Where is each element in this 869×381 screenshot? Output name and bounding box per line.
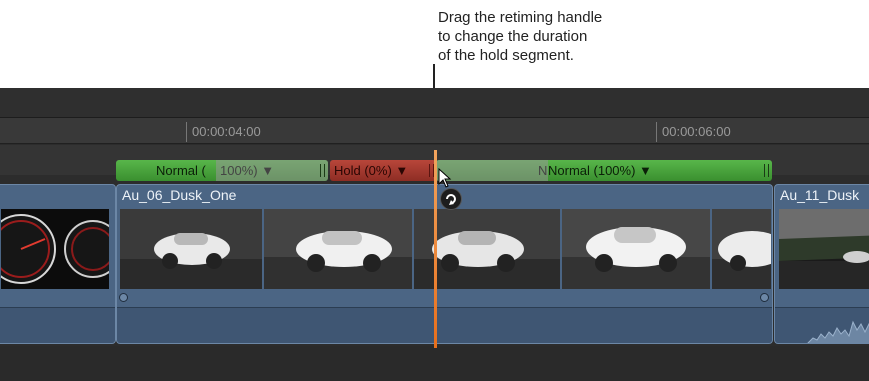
clip-title: Au_11_Dusk bbox=[780, 187, 860, 203]
retime-segment-label: Hold (0%) ▼ bbox=[334, 163, 409, 178]
car-thumbnail-image bbox=[264, 209, 412, 289]
empty-track-area bbox=[0, 346, 869, 381]
retime-faded-label: N bbox=[538, 163, 548, 178]
clip-au-11-dusk[interactable]: Au_11_Dusk bbox=[774, 184, 869, 344]
retime-faded-label: 100%) ▼ bbox=[220, 163, 275, 178]
ruler-tick bbox=[656, 122, 657, 142]
ruler-timecode-1: 00:00:04:00 bbox=[192, 124, 261, 139]
car-thumbnail-image bbox=[562, 209, 710, 289]
retime-speed-handle[interactable] bbox=[764, 164, 769, 177]
playhead[interactable] bbox=[434, 150, 437, 348]
timeline-toolbar bbox=[0, 88, 869, 118]
retime-faded-overlay: N bbox=[436, 160, 548, 181]
retime-segment-normal-2[interactable]: N Normal (100%) ▼ bbox=[436, 160, 772, 181]
clip-thumbnail bbox=[1, 209, 109, 289]
clip-thumbnail bbox=[562, 209, 710, 289]
retime-handle-icon[interactable] bbox=[440, 188, 462, 210]
clip-thumbnail bbox=[779, 209, 869, 289]
retime-segment-label: Normal (100%) ▼ bbox=[548, 163, 652, 178]
audio-waveform bbox=[807, 320, 869, 343]
timeline-ruler[interactable]: 00:00:04:00 00:00:06:00 bbox=[0, 118, 869, 144]
retime-speed-handle[interactable] bbox=[320, 164, 325, 177]
clip-audio-strip bbox=[117, 307, 772, 343]
retime-segment-normal-1[interactable]: Normal ( 100%) ▼ bbox=[116, 160, 328, 181]
car-thumbnail-image bbox=[120, 209, 262, 289]
clip-filmstrip bbox=[120, 209, 771, 289]
clip-thumbnail bbox=[712, 209, 771, 289]
callout-annotation: Drag the retiming handle to change the d… bbox=[438, 8, 678, 65]
retime-faded-overlay: 100%) ▼ bbox=[216, 160, 328, 181]
clip-start-marker[interactable] bbox=[119, 293, 128, 302]
retime-segment-hold[interactable]: Hold (0%) ▼ bbox=[330, 160, 436, 181]
ruler-tick bbox=[186, 122, 187, 142]
clip-audio-strip bbox=[775, 307, 869, 343]
clip-thumbnail bbox=[264, 209, 412, 289]
callout-line-2: to change the duration bbox=[438, 28, 588, 45]
retime-segment-label: Normal ( bbox=[156, 163, 206, 178]
clip-filmstrip bbox=[1, 209, 109, 289]
road-thumbnail-image bbox=[779, 209, 869, 289]
clip-previous[interactable] bbox=[0, 184, 116, 344]
clip-audio-strip bbox=[0, 307, 115, 343]
car-thumbnail-image bbox=[712, 209, 771, 289]
ruler-timecode-2: 00:00:06:00 bbox=[662, 124, 731, 139]
clip-thumbnail bbox=[120, 209, 262, 289]
callout-line-1: Drag the retiming handle bbox=[438, 9, 603, 26]
clip-end-marker[interactable] bbox=[760, 293, 769, 302]
clip-filmstrip bbox=[779, 209, 869, 289]
clip-title: Au_06_Dusk_One bbox=[122, 187, 237, 203]
callout-line-3: of the hold segment. bbox=[438, 47, 574, 64]
dashboard-gauge-image bbox=[1, 209, 109, 289]
